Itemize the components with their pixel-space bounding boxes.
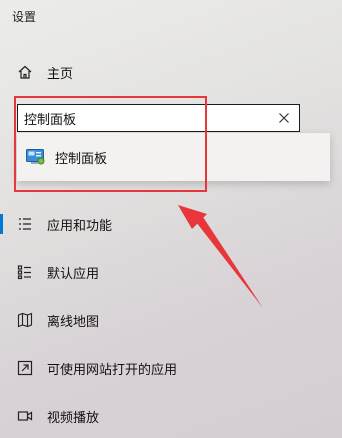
sidebar-item-default-apps[interactable]: 默认应用 <box>0 254 330 290</box>
sidebar-item-label: 应用和功能 <box>47 218 113 234</box>
apps-for-websites-icon <box>14 357 36 379</box>
suggestion-label: 控制面板 <box>55 152 108 167</box>
control-panel-icon <box>26 149 46 169</box>
sidebar-item-offline-maps[interactable]: 离线地图 <box>0 302 330 338</box>
sidebar-item-label: 视频播放 <box>47 410 100 426</box>
apps-features-icon <box>14 213 36 235</box>
clear-search-icon[interactable] <box>275 109 293 127</box>
selected-indicator <box>0 214 3 234</box>
sidebar-item-label: 离线地图 <box>47 314 100 330</box>
default-apps-icon <box>14 261 36 283</box>
sidebar-item-label: 默认应用 <box>47 266 100 282</box>
search-suggestions: 控制面板 <box>17 133 330 181</box>
suggestion-item[interactable]: 控制面板 <box>17 133 330 181</box>
sidebar-item-apps-for-websites[interactable]: 可使用网站打开的应用 <box>0 350 330 386</box>
search-input[interactable] <box>18 109 266 127</box>
nav-home[interactable]: 主页 <box>0 54 330 90</box>
search-box[interactable] <box>17 104 300 132</box>
sidebar-item-video-playback[interactable]: 视频播放 <box>0 398 330 434</box>
video-playback-icon <box>14 405 36 427</box>
offline-maps-icon <box>14 309 36 331</box>
sidebar-item-apps-features[interactable]: 应用和功能 <box>0 206 330 242</box>
nav-home-label: 主页 <box>47 66 74 82</box>
home-icon <box>14 61 36 83</box>
window-title: 设置 <box>12 10 37 24</box>
sidebar-item-label: 可使用网站打开的应用 <box>47 362 178 378</box>
